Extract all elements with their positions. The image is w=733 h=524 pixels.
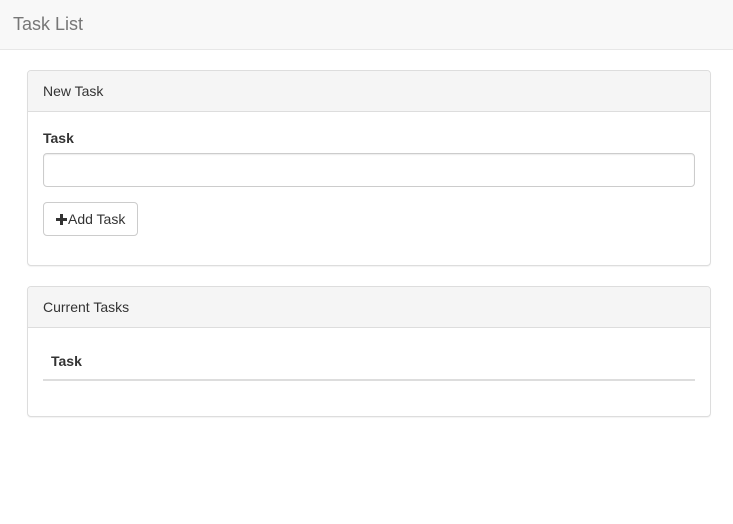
top-navbar: Task List	[0, 0, 733, 50]
current-tasks-panel: Current Tasks Task	[27, 286, 711, 417]
new-task-panel: New Task Task Add Task	[27, 70, 711, 266]
new-task-form: Task Add Task	[28, 112, 710, 236]
tasks-table: Task	[43, 343, 695, 381]
current-tasks-body: Task	[28, 328, 710, 381]
task-column-header: Task	[43, 343, 695, 381]
task-label: Task	[43, 130, 74, 146]
navbar-brand[interactable]: Task List	[13, 13, 83, 35]
plus-icon	[56, 213, 67, 225]
current-tasks-panel-heading: Current Tasks	[28, 287, 710, 328]
new-task-panel-heading: New Task	[28, 71, 710, 112]
add-task-button[interactable]: Add Task	[43, 202, 139, 236]
tasks-table-header-row: Task	[43, 343, 695, 381]
add-task-button-label: Add Task	[68, 211, 126, 227]
task-input[interactable]	[43, 153, 695, 187]
